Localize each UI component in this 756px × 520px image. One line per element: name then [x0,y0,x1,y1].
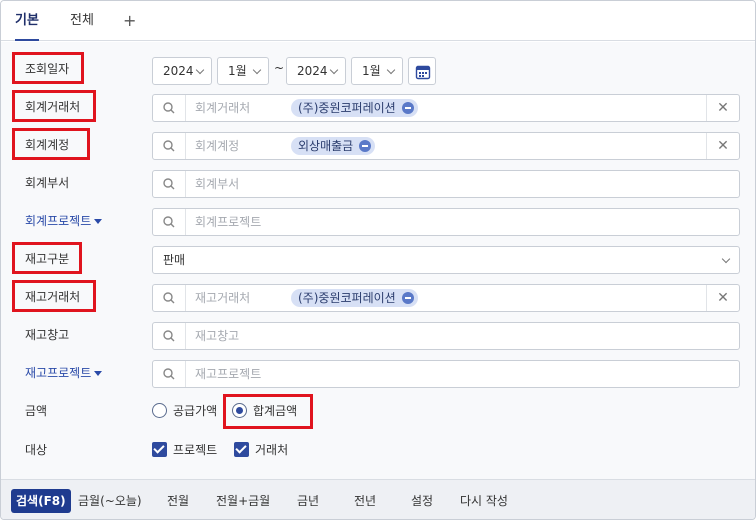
selected-chip: (주)중원코퍼레이션 [291,289,418,307]
warehouse-label: 재고창고 [25,328,70,342]
to-year-value: 2024 [297,64,328,78]
search-panel: 기본 전체 + 조회일자 2024 1월 ~ 2024 1월 회계거래처 회계거… [0,0,756,520]
checkbox-partner-label[interactable]: 거래처 [255,440,288,460]
last-year-button[interactable]: 전년 [354,489,376,513]
account-project-dropdown[interactable]: 회계프로젝트 [25,211,103,231]
highlight-box [12,242,82,274]
search-icon[interactable] [153,209,186,235]
target-label: 대상 [25,443,48,457]
search-icon[interactable] [153,323,186,349]
radio-supply-amount-label[interactable]: 공급가액 [173,401,217,421]
calendar-icon [415,65,431,80]
search-icon[interactable] [153,133,186,159]
chevron-down-icon [721,254,731,264]
radio-total-amount-label[interactable]: 합계금액 [253,401,297,421]
search-icon[interactable] [153,171,186,197]
account-project-input[interactable]: 회계프로젝트 [152,208,740,236]
radio-supply-amount[interactable] [152,403,167,418]
from-year-select[interactable]: 2024 [152,57,212,85]
remove-chip-icon[interactable] [401,102,414,114]
inventory-type-select[interactable]: 판매 [152,246,740,274]
search-icon[interactable] [153,285,186,311]
chip-label: (주)중원코퍼레이션 [298,101,396,115]
tab-bar: 기본 전체 + [1,1,755,41]
checkbox-partner[interactable] [234,442,249,457]
checkbox-project-label[interactable]: 프로젝트 [173,440,217,460]
action-bar: 검색(F8) 금월(~오늘) 전월 전월+금월 금년 전년 설정 다시 작성 [1,479,755,519]
chevron-down-icon [386,65,396,75]
selected-chip: 외상매출금 [291,137,376,155]
caret-down-icon [94,371,103,376]
inventory-project-placeholder: 재고프로젝트 [195,367,262,381]
amount-label: 금액 [25,404,48,418]
chevron-down-icon [195,65,205,75]
account-project-label: 회계프로젝트 [25,214,92,228]
highlight-box [12,90,96,122]
clear-icon[interactable]: ✕ [706,95,739,121]
caret-down-icon [94,219,103,224]
chip-label: 외상매출금 [298,139,354,153]
calendar-button[interactable] [408,57,436,85]
highlight-box [12,128,90,160]
this-month-button[interactable]: 금월(~오늘) [78,489,142,513]
settings-button[interactable]: 설정 [411,489,433,513]
warehouse-input[interactable]: 재고창고 [152,322,740,350]
checkbox-project[interactable] [152,442,167,457]
to-month-select[interactable]: 1월 [351,57,403,85]
clear-icon[interactable]: ✕ [706,285,739,311]
to-month-value: 1월 [362,64,381,78]
account-dept-placeholder: 회계부서 [195,177,240,191]
last-plus-this-month-button[interactable]: 전월+금월 [216,489,270,513]
inventory-project-dropdown[interactable]: 재고프로젝트 [25,363,103,383]
from-month-select[interactable]: 1월 [217,57,269,85]
selected-chip: (주)중원코퍼레이션 [291,99,418,117]
account-dept-label: 회계부서 [25,176,70,190]
highlight-box [12,52,84,84]
tab-basic[interactable]: 기본 [15,1,39,41]
highlight-box [12,280,96,312]
account-code-input[interactable]: 회계계정 외상매출금 ✕ [152,132,740,160]
search-button[interactable]: 검색(F8) [11,489,71,513]
from-year-value: 2024 [163,64,194,78]
clear-icon[interactable]: ✕ [706,133,739,159]
from-month-value: 1월 [228,64,247,78]
add-tab-icon[interactable]: + [123,1,136,41]
reset-button[interactable]: 다시 작성 [460,489,508,513]
remove-chip-icon[interactable] [359,140,372,152]
chevron-down-icon [329,65,339,75]
account-project-placeholder: 회계프로젝트 [195,215,262,229]
tab-all[interactable]: 전체 [70,1,94,41]
period-separator: ~ [274,61,285,75]
chip-label: (주)중원코퍼레이션 [298,291,396,305]
inventory-type-value: 판매 [163,253,186,267]
inventory-project-label: 재고프로젝트 [25,366,92,380]
search-icon[interactable] [153,361,186,387]
inventory-partner-input[interactable]: 재고거래처 (주)중원코퍼레이션 ✕ [152,284,740,312]
last-month-button[interactable]: 전월 [167,489,189,513]
remove-chip-icon[interactable] [401,292,414,304]
account-dept-input[interactable]: 회계부서 [152,170,740,198]
radio-total-amount[interactable] [232,403,247,418]
account-partner-placeholder: 회계거래처 [195,101,251,115]
this-year-button[interactable]: 금년 [297,489,319,513]
to-year-select[interactable]: 2024 [286,57,346,85]
account-code-placeholder: 회계계정 [195,139,240,153]
warehouse-placeholder: 재고창고 [195,329,240,343]
search-icon[interactable] [153,95,186,121]
inventory-partner-placeholder: 재고거래처 [195,291,251,305]
inventory-project-input[interactable]: 재고프로젝트 [152,360,740,388]
chevron-down-icon [252,65,262,75]
account-partner-input[interactable]: 회계거래처 (주)중원코퍼레이션 ✕ [152,94,740,122]
